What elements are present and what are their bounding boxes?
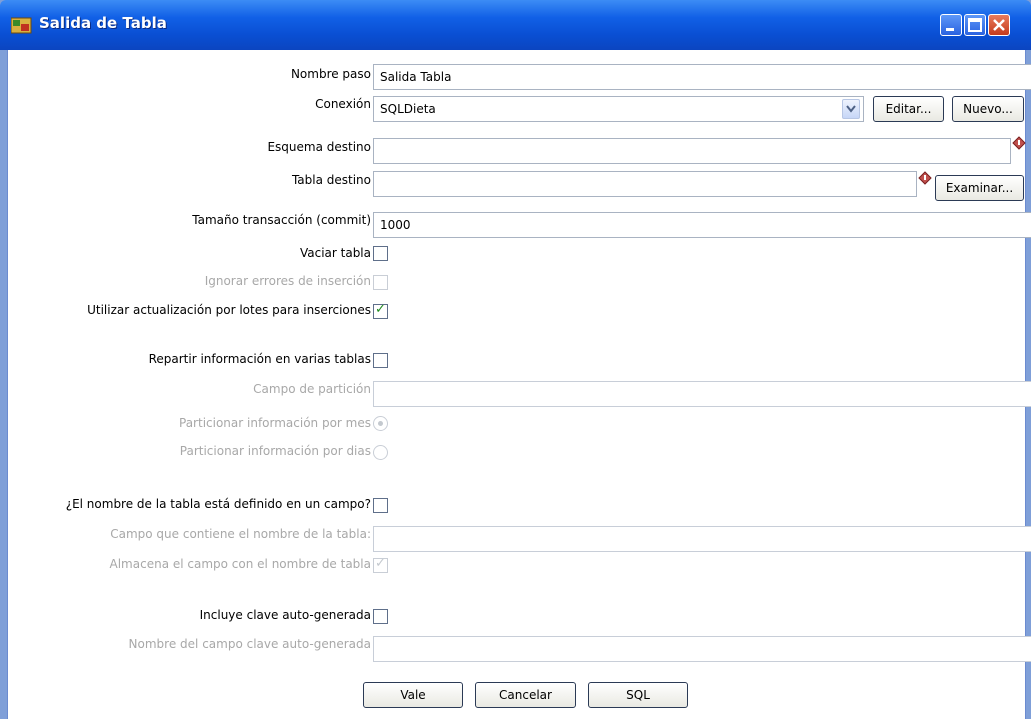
edit-connection-button[interactable]: Editar... [873, 96, 944, 122]
batch-update-checkbox[interactable]: ✓ [373, 302, 388, 319]
partition-tables-checkbox[interactable] [373, 353, 388, 368]
batch-update-label: Utilizar actualización por lotes para in… [87, 303, 371, 317]
partition-month-radio[interactable] [373, 416, 388, 431]
ok-button[interactable]: Vale [363, 682, 463, 708]
target-table-field[interactable] [373, 171, 917, 197]
target-schema-label: Esquema destino [267, 140, 371, 154]
checkmark-icon: ✓ [375, 302, 386, 317]
dialog-window: Salida de Tabla Nombre paso Salida Tabla… [0, 0, 1031, 719]
commit-size-field[interactable]: 1000 [373, 212, 1031, 238]
connection-label: Conexión [315, 97, 371, 111]
partition-day-label: Particionar información por dias [179, 444, 371, 458]
ignore-errors-label: Ignorar errores de inserción [204, 274, 371, 288]
step-name-field[interactable]: Salida Tabla [373, 64, 1031, 90]
partition-month-label: Particionar información por mes [179, 416, 371, 430]
cancel-button[interactable]: Cancelar [475, 682, 576, 708]
auto-key-checkbox[interactable] [373, 609, 388, 624]
app-icon [11, 17, 32, 34]
chevron-down-icon [846, 105, 856, 113]
auto-key-label: Incluye clave auto-generada [199, 608, 371, 622]
maximize-icon [968, 18, 982, 32]
close-button[interactable] [988, 14, 1010, 36]
connection-select[interactable]: SQLDieta [373, 96, 864, 122]
close-icon [993, 19, 1005, 31]
auto-key-field-label: Nombre del campo clave auto-generada [128, 637, 371, 651]
minimize-button[interactable] [940, 14, 962, 36]
sql-button[interactable]: SQL [588, 682, 688, 708]
table-name-field-input[interactable] [373, 526, 1031, 552]
variable-diamond-icon [918, 171, 932, 185]
browse-table-button[interactable]: Examinar... [935, 175, 1024, 201]
table-name-in-field-checkbox[interactable] [373, 498, 388, 513]
title-bar[interactable]: Salida de Tabla [0, 0, 1031, 50]
window-title: Salida de Tabla [39, 14, 167, 32]
commit-size-label: Tamaño transacción (commit) [192, 213, 371, 227]
auto-key-field-input[interactable] [373, 636, 1031, 662]
maximize-button[interactable] [964, 14, 986, 36]
truncate-table-label: Vaciar tabla [299, 246, 371, 260]
partition-field-label: Campo de partición [253, 382, 371, 396]
target-schema-field[interactable] [373, 138, 1011, 164]
partition-field-input[interactable] [373, 381, 1031, 407]
checkmark-icon: ✓ [375, 556, 386, 571]
partition-tables-label: Repartir información en varias tablas [148, 352, 371, 366]
partition-day-radio[interactable] [373, 445, 388, 460]
target-table-label: Tabla destino [291, 173, 371, 187]
ignore-errors-checkbox[interactable] [373, 275, 388, 290]
connection-dropdown-button[interactable] [842, 99, 860, 119]
minimize-icon [946, 28, 954, 31]
store-table-field-label: Almacena el campo con el nombre de tabla [109, 557, 371, 571]
radio-dot-icon [378, 421, 383, 426]
variable-diamond-icon [1012, 136, 1026, 150]
dialog-body: Nombre paso Salida Tabla Conexión SQLDie… [7, 50, 1031, 719]
step-name-label: Nombre paso [290, 67, 371, 81]
store-table-field-checkbox[interactable]: ✓ [373, 556, 388, 573]
table-name-in-field-label: ¿El nombre de la tabla está definido en … [65, 497, 371, 511]
table-name-field-label: Campo que contiene el nombre de la tabla… [110, 527, 371, 541]
truncate-table-checkbox[interactable] [373, 246, 388, 261]
new-connection-button[interactable]: Nuevo... [952, 96, 1024, 122]
